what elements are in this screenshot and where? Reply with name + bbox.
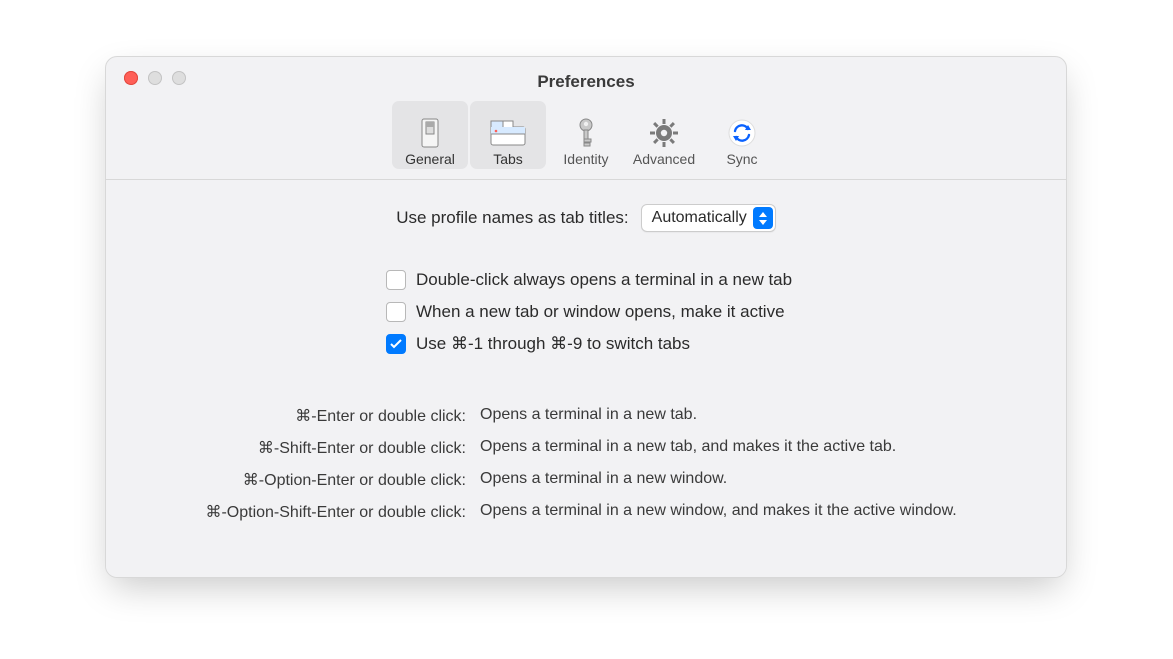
minimize-button[interactable] xyxy=(148,71,162,85)
tabs-pane: Use profile names as tab titles: Automat… xyxy=(106,180,1066,577)
close-button[interactable] xyxy=(124,71,138,85)
tabs-icon xyxy=(490,117,526,149)
shortcut-desc: Opens a terminal in a new window. xyxy=(480,470,1026,490)
traffic-lights xyxy=(124,71,186,85)
profile-names-value: Automatically xyxy=(652,209,747,227)
profile-names-label: Use profile names as tab titles: xyxy=(396,208,628,228)
toolbar-item-tabs[interactable]: Tabs xyxy=(470,101,546,169)
make-active-checkbox[interactable] xyxy=(386,302,406,322)
toolbar-label: Sync xyxy=(726,151,757,167)
double-click-row: Double-click always opens a terminal in … xyxy=(386,270,1026,290)
double-click-label: Double-click always opens a terminal in … xyxy=(416,270,792,290)
shortcut-key: ⌘-Shift-Enter or double click: xyxy=(146,438,466,458)
make-active-label: When a new tab or window opens, make it … xyxy=(416,302,785,322)
toolbar-item-sync[interactable]: Sync xyxy=(704,101,780,169)
shortcut-key: ⌘-Option-Shift-Enter or double click: xyxy=(146,502,466,522)
toolbar-item-advanced[interactable]: Advanced xyxy=(626,101,702,169)
window-title: Preferences xyxy=(537,72,634,92)
preferences-window: Preferences General xyxy=(105,56,1067,578)
cmd-switch-checkbox[interactable] xyxy=(386,334,406,354)
cmd-switch-row: Use ⌘-1 through ⌘-9 to switch tabs xyxy=(386,334,1026,354)
make-active-row: When a new tab or window opens, make it … xyxy=(386,302,1026,322)
profile-names-row: Use profile names as tab titles: Automat… xyxy=(146,204,1026,232)
toolbar-label: Tabs xyxy=(493,151,523,167)
double-click-checkbox[interactable] xyxy=(386,270,406,290)
shortcut-desc: Opens a terminal in a new tab, and makes… xyxy=(480,438,1026,458)
cmd-switch-label: Use ⌘-1 through ⌘-9 to switch tabs xyxy=(416,334,690,354)
toolbar-item-general[interactable]: General xyxy=(392,101,468,169)
toolbar-label: Identity xyxy=(563,151,608,167)
switch-icon xyxy=(419,117,441,149)
zoom-button[interactable] xyxy=(172,71,186,85)
key-icon xyxy=(576,117,596,149)
shortcut-key: ⌘-Enter or double click: xyxy=(146,406,466,426)
preferences-toolbar: General Tabs xyxy=(106,97,1066,180)
chevron-updown-icon xyxy=(753,207,773,229)
shortcuts-table: ⌘-Enter or double click: Opens a termina… xyxy=(146,406,1026,522)
shortcut-desc: Opens a terminal in a new window, and ma… xyxy=(480,502,1026,522)
sync-icon xyxy=(727,117,757,149)
profile-names-select[interactable]: Automatically xyxy=(641,204,776,232)
toolbar-label: Advanced xyxy=(633,151,695,167)
shortcut-desc: Opens a terminal in a new tab. xyxy=(480,406,1026,426)
titlebar: Preferences xyxy=(106,57,1066,97)
toolbar-label: General xyxy=(405,151,455,167)
toolbar-item-identity[interactable]: Identity xyxy=(548,101,624,169)
gear-icon xyxy=(649,117,679,149)
shortcut-key: ⌘-Option-Enter or double click: xyxy=(146,470,466,490)
